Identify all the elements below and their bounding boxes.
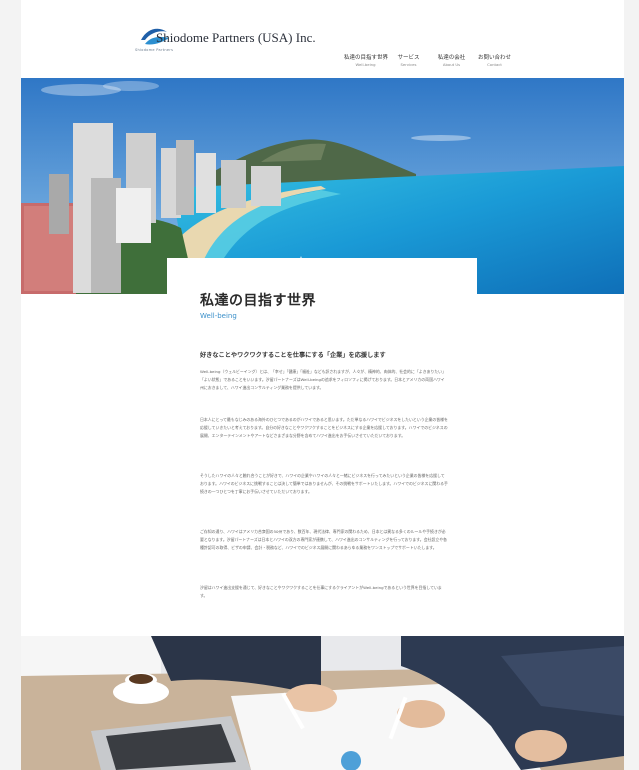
paragraph: 汐留はハワイ進出支援を通じて、好きなことやワクワクすることを仕事にするクライアン… [200,585,442,598]
nav-sublabel: Services [400,62,417,67]
meeting-photo [21,636,624,770]
nav-item-services[interactable]: サービス Services [387,55,430,68]
nav-sublabel: Contact [487,62,502,67]
site-header: Shiodome Partners Shiodome Partners (USA… [21,0,624,78]
nav-sublabel: About Us [442,62,461,67]
nav-label: お問い合わせ [477,55,511,61]
logo-tagline: Shiodome Partners [135,48,174,52]
paragraph: 日本人にとって最もなじみのある海外のひとつであるのがハワイであると思います。ただ… [200,417,448,438]
section-subtitle: Well-being [200,312,237,320]
wellbeing-section: 私達の目指す世界 Well-being 好きなことやワクワクすることを仕事にする… [167,258,477,636]
nav-label: 私達の会社 [437,55,466,61]
nav-label: サービス [397,55,420,61]
nav-item-about-us[interactable]: 私達の会社 About Us [430,55,473,68]
paragraph: そうしたハワイの人々と触れ合うことが好きで、ハワイの企業やハワイの人々と一緒にビ… [200,473,448,494]
nav-item-wellbeing[interactable]: 私達の目指す世界 Well-being [344,55,389,68]
nav-label: 私達の目指す世界 [344,55,389,61]
nav-item-contact[interactable]: お問い合わせ Contact [473,55,516,68]
main-nav: 私達の目指す世界 Well-being サービス Services 私達の会社 … [344,55,516,68]
paragraph: ご存知の通り、ハワイはアメリカ合衆国の50州であり、数百年、現代法律、専門家の関… [200,529,448,550]
paragraph: Well-being（ウェルビーイング）とは、「幸せ」「健康」「福祉」なども訳さ… [200,369,446,390]
nav-sublabel: Well-being [355,62,376,67]
section-lead: 好きなことやワクワクすることを仕事にする「企業」を応援します [200,352,386,359]
page: Shiodome Partners Shiodome Partners (USA… [21,0,624,770]
business-meeting-image [21,636,624,770]
section-title: 私達の目指す世界 [200,293,316,309]
brand-name[interactable]: Shiodome Partners (USA) Inc. [156,30,316,46]
